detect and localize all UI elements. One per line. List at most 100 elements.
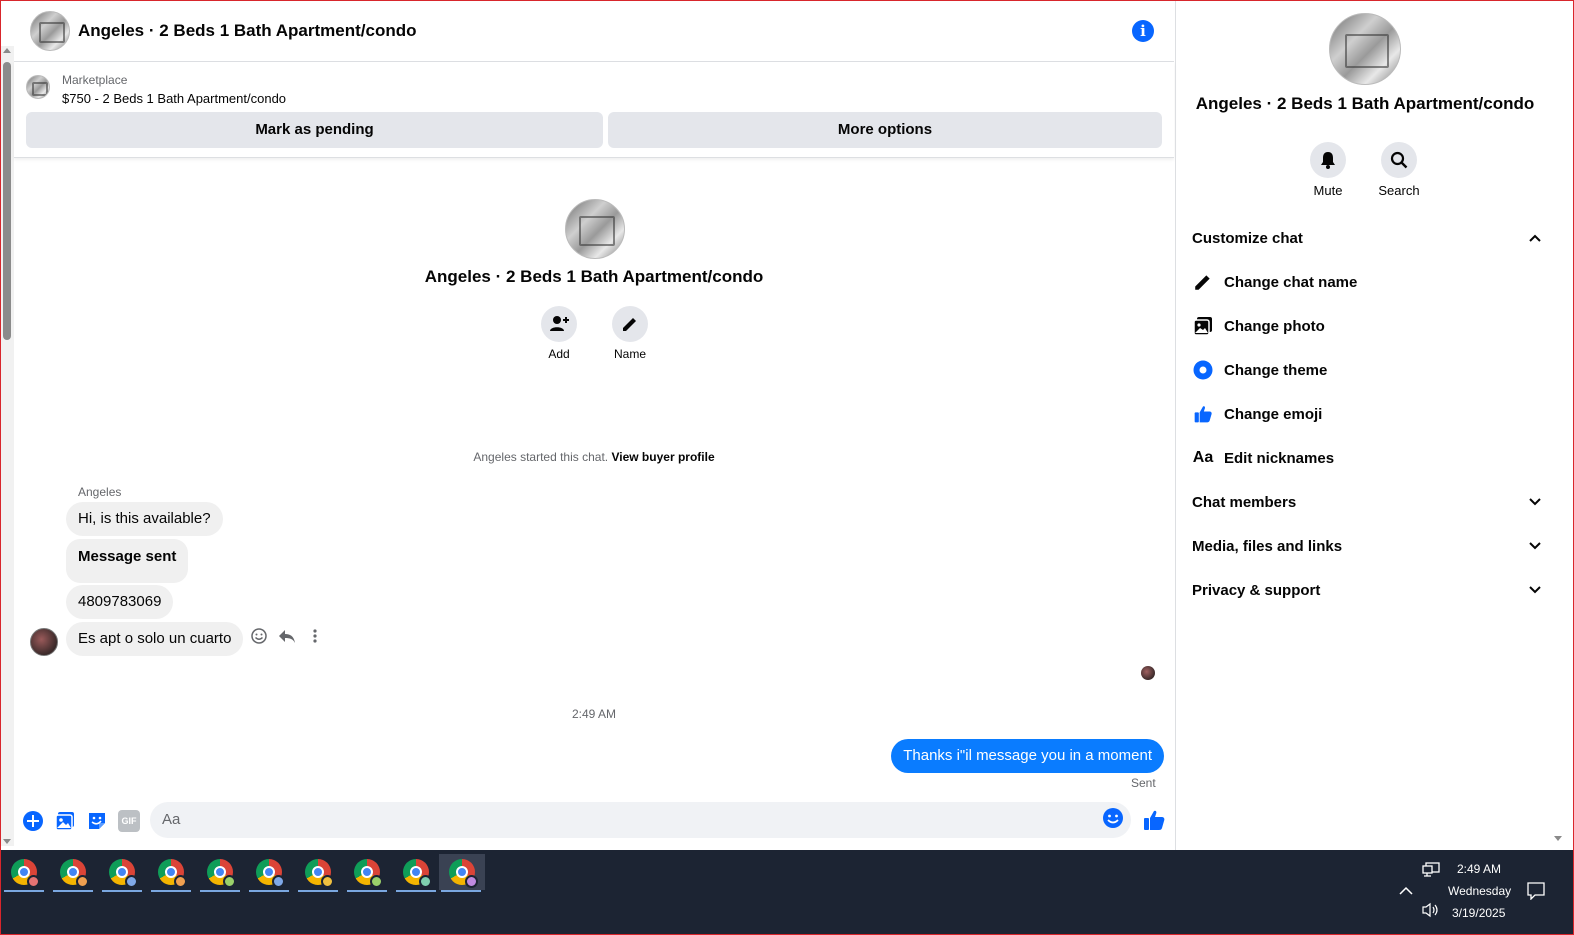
outgoing-message-bubble[interactable]: Thanks i"il message you in a moment bbox=[891, 739, 1164, 773]
sticker-icon[interactable] bbox=[86, 810, 108, 832]
privacy-support-section[interactable]: Privacy & support bbox=[1192, 578, 1542, 602]
change-emoji-item[interactable]: Change emoji bbox=[1192, 402, 1322, 426]
change-chat-name-label: Change chat name bbox=[1224, 273, 1358, 291]
taskbar-chrome-app[interactable] bbox=[51, 854, 95, 892]
plus-circle-icon[interactable] bbox=[22, 810, 44, 832]
chrome-icon bbox=[207, 859, 236, 888]
reply-icon[interactable] bbox=[278, 627, 296, 645]
scroll-up-arrow-icon[interactable] bbox=[3, 48, 11, 53]
change-photo-item[interactable]: Change photo bbox=[1192, 314, 1325, 338]
sender-name: Angeles bbox=[78, 485, 122, 499]
chat-title[interactable]: Angeles · 2 Beds 1 Bath Apartment/condo bbox=[78, 21, 416, 41]
mute-label: Mute bbox=[1313, 183, 1343, 198]
taskbar-chrome-app[interactable] bbox=[345, 854, 389, 892]
chrome-icon bbox=[158, 859, 187, 888]
chrome-icon bbox=[11, 859, 40, 888]
view-buyer-profile-link[interactable]: View buyer profile bbox=[611, 450, 714, 464]
chrome-icon bbox=[256, 859, 285, 888]
message-bubble[interactable]: Message sent bbox=[66, 539, 189, 583]
thumbs-up-icon bbox=[1192, 403, 1214, 425]
listing-thumbnail[interactable] bbox=[26, 75, 50, 99]
search-label: Search bbox=[1378, 183, 1420, 198]
message-input[interactable]: Aa bbox=[150, 802, 1131, 838]
media-files-label: Media, files and links bbox=[1192, 537, 1343, 555]
scroll-down-arrow-icon[interactable] bbox=[3, 839, 11, 844]
taskbar-chrome-app-active[interactable] bbox=[439, 854, 485, 892]
network-icon[interactable] bbox=[1422, 862, 1440, 878]
gallery-icon[interactable] bbox=[54, 810, 76, 832]
sender-avatar[interactable] bbox=[30, 628, 58, 656]
taskbar-chrome-app[interactable] bbox=[100, 854, 144, 892]
mark-as-pending-button[interactable]: Mark as pending bbox=[26, 112, 603, 148]
chat-members-label: Chat members bbox=[1192, 493, 1297, 511]
scroll-thumb[interactable] bbox=[3, 62, 11, 340]
chrome-icon bbox=[60, 859, 89, 888]
read-receipt-avatar bbox=[1141, 666, 1155, 680]
taskbar-chrome-app[interactable] bbox=[247, 854, 291, 892]
listing-title[interactable]: $750 - 2 Beds 1 Bath Apartment/condo bbox=[62, 91, 286, 106]
search-button[interactable] bbox=[1381, 142, 1417, 178]
customize-chat-label: Customize chat bbox=[1192, 229, 1303, 247]
chat-started-notice: Angeles started this chat. View buyer pr… bbox=[14, 450, 1174, 464]
gif-icon[interactable]: GIF bbox=[118, 810, 140, 832]
message-bubble[interactable]: Es apt o solo un cuarto bbox=[66, 622, 244, 656]
more-dots-icon[interactable] bbox=[306, 627, 324, 645]
taskbar-chrome-app[interactable] bbox=[296, 854, 340, 892]
intro-title: Angeles · 2 Beds 1 Bath Apartment/condo bbox=[424, 267, 764, 286]
marketplace-label: Marketplace bbox=[62, 73, 128, 87]
customize-chat-section[interactable]: Customize chat bbox=[1192, 226, 1542, 250]
add-person-icon bbox=[550, 316, 569, 331]
change-chat-name-item[interactable]: Change chat name bbox=[1192, 270, 1357, 294]
chat-avatar[interactable] bbox=[30, 10, 70, 51]
like-thumb-icon[interactable] bbox=[1142, 808, 1166, 832]
change-theme-label: Change theme bbox=[1224, 361, 1328, 379]
more-options-button[interactable]: More options bbox=[608, 112, 1162, 148]
taskbar: 2:49 AM Wednesday 3/19/2025 bbox=[0, 850, 1574, 935]
intro-avatar bbox=[565, 199, 625, 259]
chevron-down-icon bbox=[1529, 586, 1541, 594]
media-files-section[interactable]: Media, files and links bbox=[1192, 534, 1542, 558]
name-chat-button[interactable] bbox=[612, 306, 648, 342]
emoji-icon[interactable] bbox=[1102, 807, 1124, 829]
started-text: Angeles started this chat. bbox=[473, 450, 609, 464]
chrome-icon bbox=[354, 859, 383, 888]
privacy-support-label: Privacy & support bbox=[1192, 581, 1321, 599]
info-icon[interactable]: i bbox=[1132, 20, 1154, 42]
notification-icon[interactable] bbox=[1527, 882, 1545, 900]
chat-scrollbar[interactable] bbox=[0, 46, 14, 846]
add-people-button[interactable] bbox=[541, 306, 577, 342]
mute-button[interactable] bbox=[1310, 142, 1346, 178]
taskbar-chrome-app[interactable] bbox=[2, 854, 46, 892]
bell-icon bbox=[1321, 152, 1335, 169]
theme-icon bbox=[1192, 359, 1214, 381]
change-emoji-label: Change emoji bbox=[1224, 405, 1323, 423]
taskbar-chrome-app[interactable] bbox=[149, 854, 193, 892]
react-icon[interactable] bbox=[250, 627, 268, 645]
text-icon: Aa bbox=[1192, 449, 1214, 466]
search-icon bbox=[1390, 151, 1408, 169]
taskbar-time[interactable]: 2:49 AM bbox=[1457, 862, 1501, 876]
taskbar-date[interactable]: 3/19/2025 bbox=[1452, 906, 1505, 920]
edit-nicknames-item[interactable]: Aa Edit nicknames bbox=[1192, 446, 1334, 470]
change-photo-label: Change photo bbox=[1224, 317, 1325, 335]
chat-header: Angeles · 2 Beds 1 Bath Apartment/condo … bbox=[14, 0, 1174, 62]
taskbar-chrome-app[interactable] bbox=[394, 854, 438, 892]
chrome-icon bbox=[109, 859, 138, 888]
change-theme-item[interactable]: Change theme bbox=[1192, 358, 1327, 382]
photo-icon bbox=[1192, 315, 1214, 337]
panel-scroll-down-arrow-icon[interactable] bbox=[1554, 836, 1562, 841]
chrome-icon bbox=[403, 859, 432, 888]
tray-chevron-up-icon[interactable] bbox=[1398, 886, 1414, 896]
chat-members-section[interactable]: Chat members bbox=[1192, 490, 1542, 514]
message-bubble[interactable]: 4809783069 bbox=[66, 585, 174, 619]
message-bubble[interactable]: Hi, is this available? bbox=[66, 502, 223, 536]
pencil-icon bbox=[623, 318, 636, 331]
info-avatar[interactable] bbox=[1329, 13, 1401, 85]
taskbar-day[interactable]: Wednesday bbox=[1448, 884, 1511, 898]
info-title: Angeles · 2 Beds 1 Bath Apartment/condo bbox=[1195, 94, 1535, 113]
chrome-icon bbox=[305, 859, 334, 888]
volume-icon[interactable] bbox=[1422, 902, 1440, 918]
taskbar-chrome-app[interactable] bbox=[198, 854, 242, 892]
chat-info-panel: Angeles · 2 Beds 1 Bath Apartment/condo … bbox=[1175, 0, 1555, 850]
edit-nicknames-label: Edit nicknames bbox=[1224, 449, 1335, 467]
